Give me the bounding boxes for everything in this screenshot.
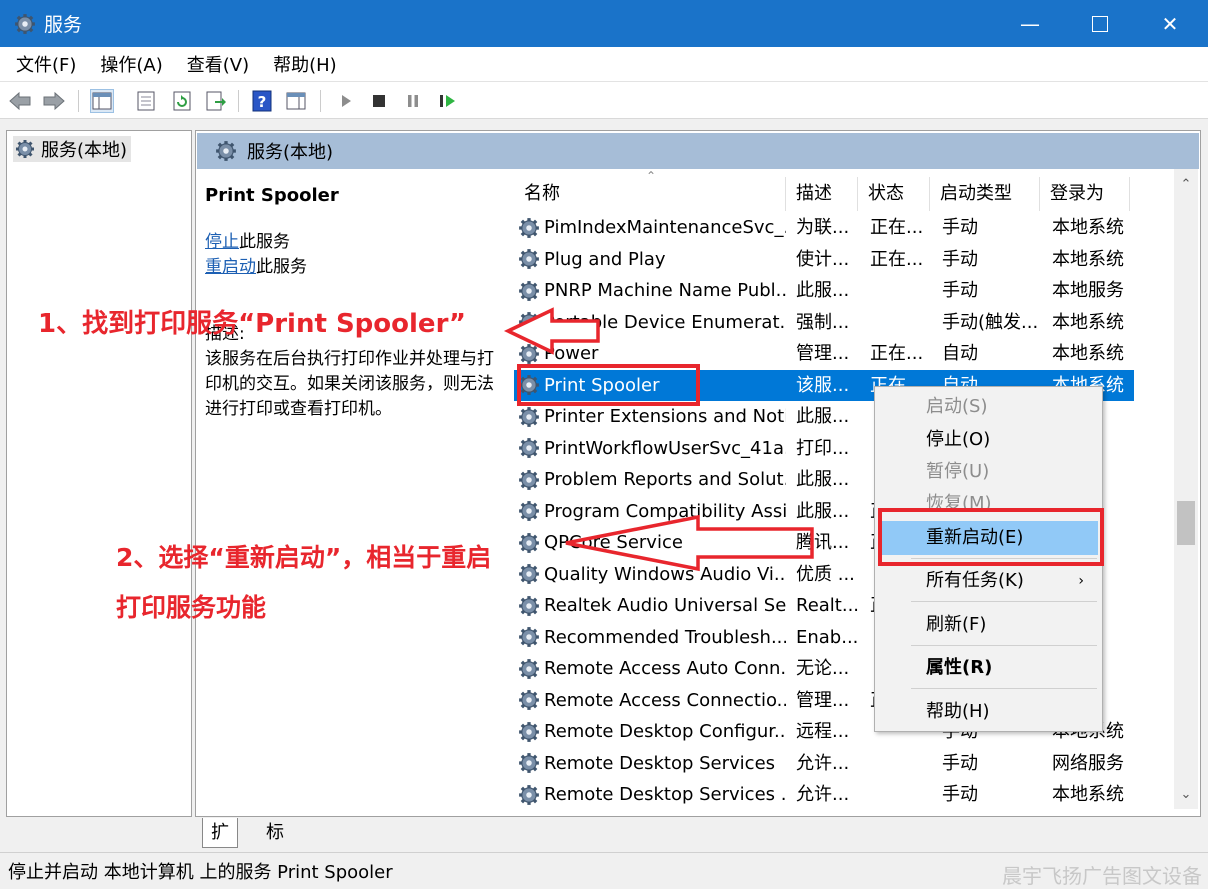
annotation-arrow-1 [503,307,600,355]
annotation-step-2-line-2: 打印服务功能 [116,593,267,622]
highlight-restart-box [878,508,1104,566]
annotation-step-2-line-1: 2、选择“重新启动”，相当于重启 [116,543,492,572]
annotation-arrows [503,307,814,572]
highlight-print-spooler-box [517,364,700,406]
annotation-step-1: 1、找到打印服务“Print Spooler” [38,309,466,339]
annotation-arrow-2 [565,514,814,572]
